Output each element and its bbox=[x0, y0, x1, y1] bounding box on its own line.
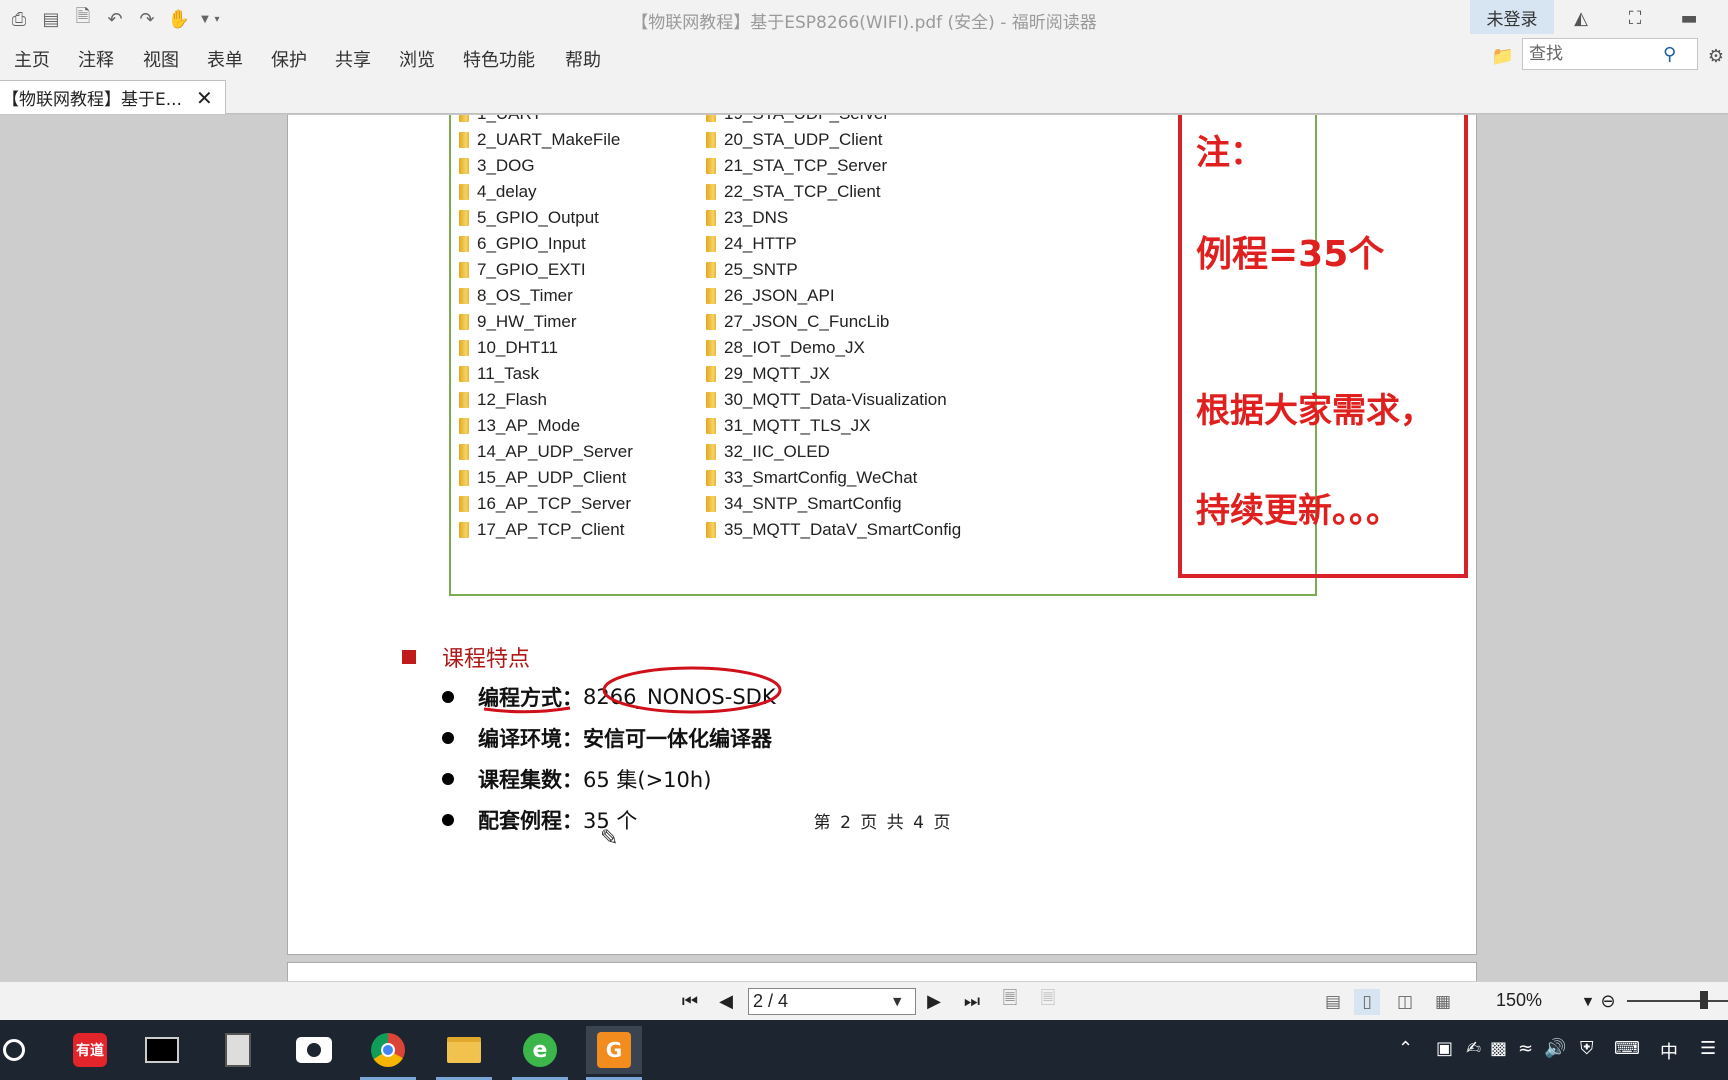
pdf-page: 1_UART2_UART_MakeFile3_DOG4_delay5_GPIO_… bbox=[287, 115, 1477, 955]
volume-icon[interactable]: 🔊 bbox=[1544, 1038, 1566, 1059]
first-page-icon[interactable]: ⏮ bbox=[676, 988, 704, 1014]
chrome-icon[interactable] bbox=[360, 1026, 416, 1080]
menu-bar: 主页 注释 视图 表单 保护 共享 浏览 特色功能 帮助 📁 ⚲ ⚙ bbox=[0, 38, 1728, 78]
menu-form[interactable]: 表单 bbox=[205, 44, 245, 74]
navigation-bar: ⏮ ◀ ▼ ▶ ⏭ 🗏 🗏 ▤ ▯ ◫ ▦ 150% ▼ ⊖ bbox=[0, 981, 1728, 1020]
zoom-level[interactable]: 150% bbox=[1496, 990, 1542, 1011]
window-title: 【物联网教程】基于ESP8266(WIFI).pdf (安全) - 福昕阅读器 bbox=[631, 13, 1097, 33]
cortana-icon[interactable] bbox=[0, 1026, 42, 1074]
folder-search-icon[interactable]: 📁 bbox=[1488, 42, 1518, 70]
minimize-icon[interactable]: ▬ bbox=[1674, 4, 1704, 32]
menu-home[interactable]: 主页 bbox=[12, 44, 52, 74]
foxit-reader-icon[interactable]: G bbox=[586, 1026, 642, 1080]
document-viewport[interactable]: 1_UART2_UART_MakeFile3_DOG4_delay5_GPIO_… bbox=[0, 115, 1728, 981]
input-tool-icon[interactable]: ✍ bbox=[1466, 1038, 1481, 1059]
ink-circle-annotation bbox=[602, 666, 782, 714]
login-button[interactable]: 未登录 bbox=[1470, 0, 1554, 34]
search-box: ⚲ bbox=[1522, 38, 1698, 70]
page-number-input[interactable] bbox=[749, 991, 893, 1012]
security-shield-icon[interactable]: ⛨ bbox=[1580, 1038, 1594, 1059]
tray-app-icon[interactable]: ▣ bbox=[1436, 1038, 1453, 1059]
single-page-view-icon[interactable]: ▤ bbox=[1320, 989, 1346, 1015]
search-icon[interactable]: ⚲ bbox=[1663, 44, 1676, 65]
next-page-icon[interactable]: ▶ bbox=[920, 988, 948, 1014]
zoom-out-icon[interactable]: ⊖ bbox=[1594, 988, 1622, 1014]
show-hidden-icons-icon[interactable]: ⌃ bbox=[1398, 1038, 1413, 1059]
search-input[interactable] bbox=[1523, 40, 1663, 68]
menu-annotate[interactable]: 注释 bbox=[76, 44, 116, 74]
youdao-app-icon[interactable]: 有道 bbox=[62, 1026, 118, 1074]
document-tab-label: 【物联网教程】基于E... bbox=[2, 90, 182, 110]
menu-help[interactable]: 帮助 bbox=[563, 44, 603, 74]
input-method-icon[interactable]: 中 bbox=[1660, 1038, 1678, 1064]
camera-icon[interactable] bbox=[286, 1026, 342, 1074]
pen-cursor-icon: ✎ bbox=[600, 826, 619, 851]
command-prompt-icon[interactable] bbox=[134, 1026, 190, 1074]
facing-view-icon[interactable]: ◫ bbox=[1392, 989, 1418, 1015]
menu-view[interactable]: 视图 bbox=[141, 44, 181, 74]
fullscreen-icon[interactable]: ⛶ bbox=[1620, 4, 1650, 32]
calculator-icon[interactable] bbox=[210, 1026, 266, 1074]
ink-underline-annotation bbox=[483, 706, 571, 714]
browser-e-icon[interactable]: e bbox=[512, 1026, 568, 1080]
close-tab-icon[interactable]: ✕ bbox=[196, 86, 213, 110]
tray-colorful-icon[interactable]: ▩ bbox=[1490, 1038, 1507, 1059]
file-explorer-icon[interactable] bbox=[436, 1026, 492, 1080]
settings-icon[interactable]: ⚙ bbox=[1704, 42, 1728, 70]
continuous-view-icon[interactable]: ▯ bbox=[1354, 989, 1380, 1015]
previous-page-icon[interactable]: ◀ bbox=[712, 988, 740, 1014]
keyboard-icon[interactable]: ⌨ bbox=[1614, 1038, 1640, 1059]
page-number-field: ▼ bbox=[748, 988, 916, 1015]
notification-icon[interactable]: ☰ bbox=[1700, 1038, 1716, 1059]
tab-bar: 【物联网教程】基于E... ✕ bbox=[0, 78, 1728, 114]
page-dropdown-icon[interactable]: ▼ bbox=[893, 995, 901, 1008]
menu-protect[interactable]: 保护 bbox=[269, 44, 309, 74]
windows-taskbar: 有道 e G ⌃ ▣ ✍ ▩ ≈ 🔊 ⛨ ⌨ 中 ☰ bbox=[0, 1020, 1728, 1080]
title-bar: ⎙ ▤ 🗎 ↶ ↷ ✋ ▼ ▾ 【物联网教程】基于ESP8266(WIFI).p… bbox=[0, 0, 1728, 38]
continuous-facing-view-icon[interactable]: ▦ bbox=[1430, 989, 1456, 1015]
skin-icon[interactable]: ◭ bbox=[1566, 4, 1596, 32]
zoom-slider-thumb[interactable] bbox=[1700, 991, 1708, 1009]
document-tab[interactable]: 【物联网教程】基于E... ✕ bbox=[0, 80, 226, 114]
last-page-icon[interactable]: ⏭ bbox=[958, 988, 986, 1014]
next-pdf-page bbox=[287, 962, 1477, 981]
zoom-slider[interactable] bbox=[1627, 1000, 1728, 1002]
menu-share[interactable]: 共享 bbox=[333, 44, 373, 74]
previous-view-icon[interactable]: 🗏 bbox=[996, 988, 1024, 1014]
menu-special-features[interactable]: 特色功能 bbox=[461, 44, 537, 74]
next-view-icon[interactable]: 🗏 bbox=[1034, 988, 1062, 1014]
wifi-icon[interactable]: ≈ bbox=[1518, 1038, 1533, 1059]
menu-browse[interactable]: 浏览 bbox=[397, 44, 437, 74]
page-footer: 第 2 页 共 4 页 bbox=[813, 813, 953, 833]
